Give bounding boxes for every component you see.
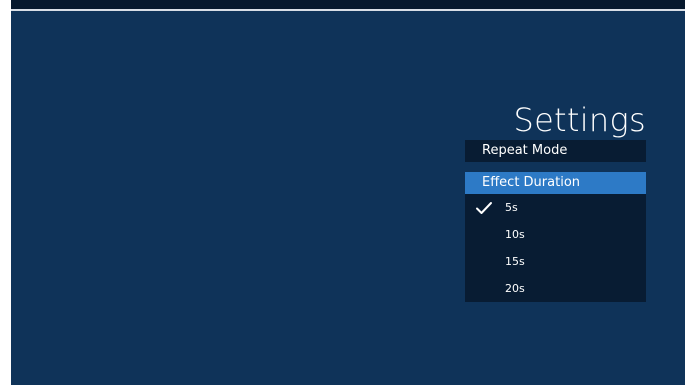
option-15s[interactable]: 15s	[465, 248, 646, 275]
option-label: 5s	[505, 201, 518, 214]
option-20s[interactable]: 20s	[465, 275, 646, 302]
menu-item-effect-duration[interactable]: Effect Duration	[465, 172, 646, 194]
check-icon	[476, 202, 492, 214]
tv-screen: Settings Repeat Mode Effect Duration 5s …	[11, 0, 685, 385]
effect-duration-options: 5s 10s 15s 20s	[465, 194, 646, 302]
option-label: 10s	[505, 228, 525, 241]
option-5s[interactable]: 5s	[465, 194, 646, 221]
option-label: 15s	[505, 255, 525, 268]
top-divider	[11, 9, 685, 11]
top-bar	[11, 0, 685, 9]
menu-item-repeat-mode[interactable]: Repeat Mode	[465, 140, 646, 162]
option-label: 20s	[505, 282, 525, 295]
page-title: Settings	[513, 101, 646, 139]
option-10s[interactable]: 10s	[465, 221, 646, 248]
